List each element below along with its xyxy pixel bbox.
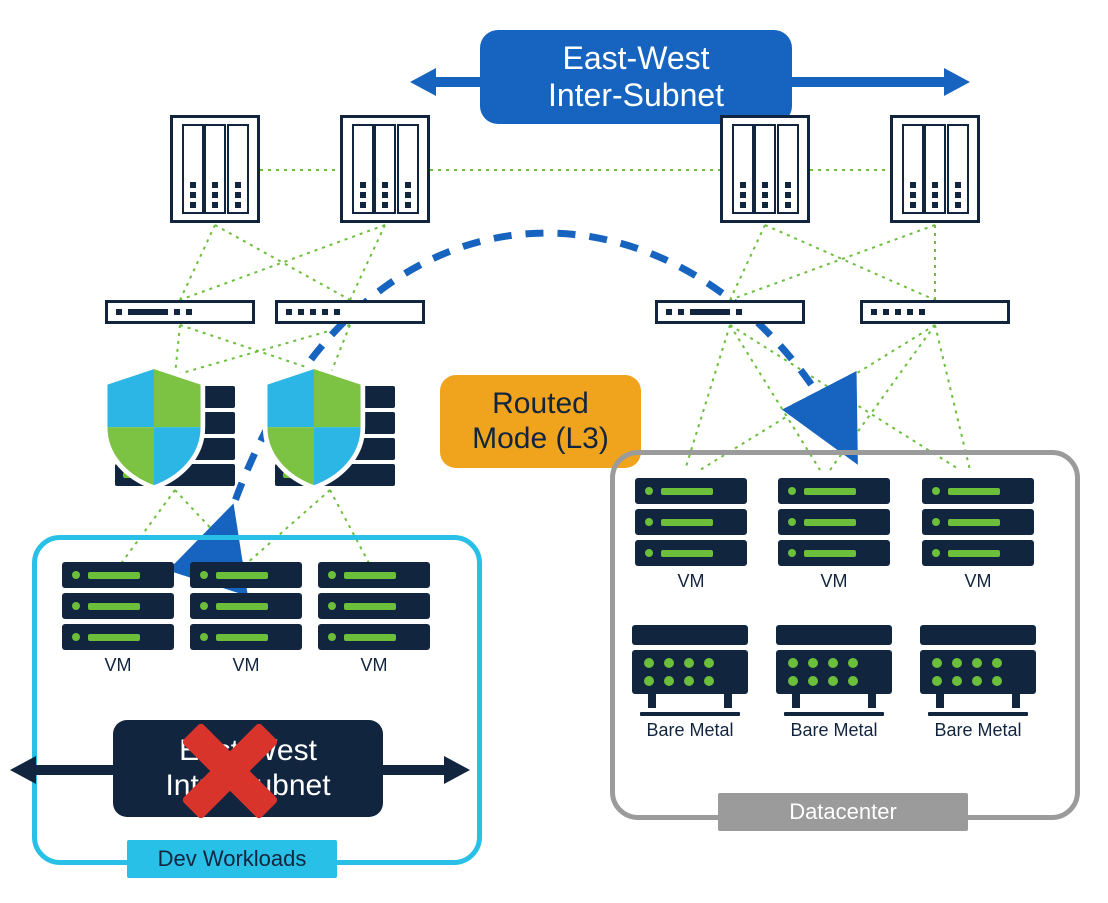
vm-label: VM — [190, 655, 302, 676]
leaf-switch — [860, 300, 1010, 324]
spine-switch — [890, 115, 980, 223]
firewall-node — [255, 368, 415, 488]
vm-node: VM — [190, 562, 302, 676]
vm-node: VM — [635, 478, 747, 592]
baremetal-node: Bare Metal — [920, 625, 1036, 741]
dev-workloads-label: Dev Workloads — [127, 840, 337, 878]
spine-switch — [340, 115, 430, 223]
leaf-switch — [275, 300, 425, 324]
datacenter-label: Datacenter — [718, 793, 968, 831]
routed-mode-badge: Routed Mode (L3) — [440, 375, 641, 468]
vm-node: VM — [922, 478, 1034, 592]
badge-line2: Mode (L3) — [472, 422, 609, 457]
leaf-switch — [105, 300, 255, 324]
east-west-inter-badge: East-West Inter-Subnet — [480, 30, 792, 124]
vm-node: VM — [62, 562, 174, 676]
badge-line1: East-West — [563, 40, 710, 77]
vm-label: VM — [635, 571, 747, 592]
badge-line2: Inter-Subnet — [548, 77, 724, 114]
firewall-node — [95, 368, 255, 488]
badge-line1: Routed — [492, 387, 589, 422]
vm-node: VM — [318, 562, 430, 676]
bm-label: Bare Metal — [920, 720, 1036, 741]
vm-label: VM — [318, 655, 430, 676]
spine-switch — [720, 115, 810, 223]
shield-icon — [255, 362, 373, 490]
shield-icon — [95, 362, 213, 490]
baremetal-node: Bare Metal — [776, 625, 892, 741]
spine-switch — [170, 115, 260, 223]
bm-label: Bare Metal — [776, 720, 892, 741]
bm-label: Bare Metal — [632, 720, 748, 741]
vm-label: VM — [62, 655, 174, 676]
baremetal-node: Bare Metal — [632, 625, 748, 741]
vm-label: VM — [778, 571, 890, 592]
vm-node: VM — [778, 478, 890, 592]
blocked-x-icon — [185, 726, 275, 816]
vm-label: VM — [922, 571, 1034, 592]
leaf-switch — [655, 300, 805, 324]
diagram-stage: East-West Inter-Subnet — [0, 0, 1108, 903]
